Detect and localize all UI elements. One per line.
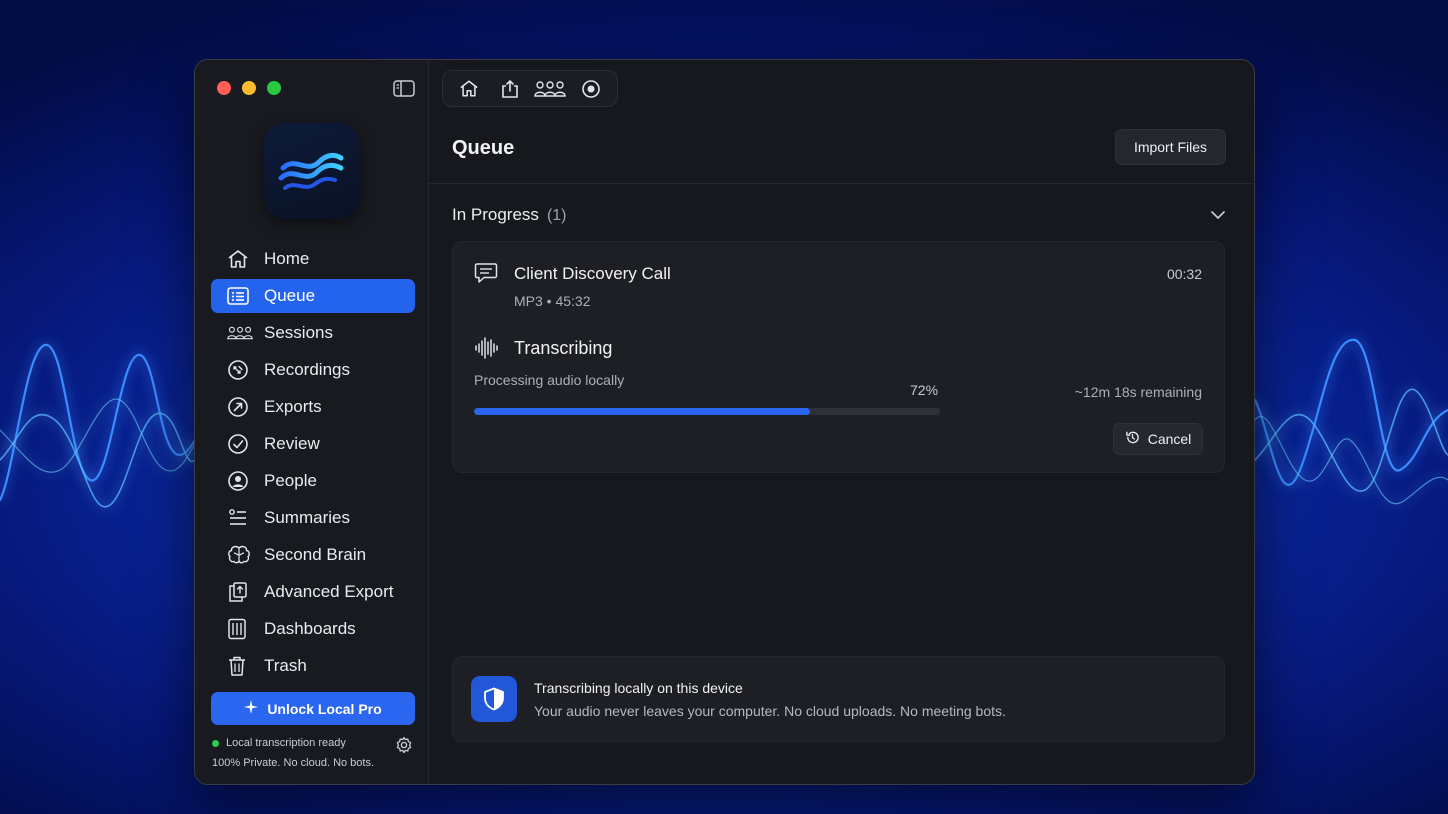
sidebar-item-exports[interactable]: Exports — [211, 390, 415, 424]
people-group-icon — [227, 322, 253, 344]
minimize-window-button[interactable] — [242, 81, 256, 95]
sidebar-item-label: Dashboards — [264, 619, 356, 638]
check-circle-icon — [227, 433, 253, 455]
people-group-icon[interactable] — [532, 75, 568, 103]
recordings-icon — [227, 359, 253, 381]
brain-icon — [227, 544, 253, 566]
sidebar: Home Queue Sessions Recordings Exports R… — [195, 60, 429, 784]
sidebar-item-people[interactable]: People — [211, 464, 415, 498]
job-elapsed-time: 00:32 — [1166, 266, 1202, 282]
main-panel: Queue Import Files In Progress (1) Clien… — [429, 60, 1254, 784]
sidebar-item-label: Recordings — [264, 360, 350, 379]
audio-waveform-icon — [474, 337, 500, 359]
status-label: Local transcription ready — [226, 737, 346, 749]
top-toolbar — [442, 70, 618, 107]
sidebar-item-label: Exports — [264, 397, 322, 416]
privacy-description: Your audio never leaves your computer. N… — [534, 703, 1006, 719]
page-title: Queue — [452, 137, 515, 159]
in-progress-section-header[interactable]: In Progress (1) — [452, 205, 567, 225]
person-circle-icon — [227, 470, 253, 492]
section-count: (1) — [546, 207, 567, 224]
chevron-down-icon[interactable] — [1210, 207, 1228, 221]
sidebar-item-trash[interactable]: Trash — [211, 649, 415, 683]
sidebar-item-label: Review — [264, 434, 320, 453]
sidebar-item-summaries[interactable]: Summaries — [211, 501, 415, 535]
queue-icon — [227, 285, 253, 307]
progress-percent: 72% — [910, 382, 939, 398]
sidebar-item-second-brain[interactable]: Second Brain — [211, 538, 415, 572]
zoom-window-button[interactable] — [267, 81, 281, 95]
status-indicator-dot — [212, 739, 219, 747]
sidebar-item-label: Trash — [264, 656, 307, 675]
shield-icon — [471, 676, 517, 722]
sidebar-item-recordings[interactable]: Recordings — [211, 353, 415, 387]
privacy-notice-card: Transcribing locally on this device Your… — [452, 656, 1225, 742]
sidebar-item-label: Home — [264, 249, 310, 268]
job-title: Client Discovery Call — [514, 264, 671, 283]
privacy-title: Transcribing locally on this device — [534, 680, 743, 696]
home-icon[interactable] — [451, 75, 487, 103]
sidebar-item-home[interactable]: Home — [211, 242, 415, 276]
home-icon — [227, 248, 253, 270]
app-window: Home Queue Sessions Recordings Exports R… — [194, 59, 1255, 785]
dashboard-icon — [227, 618, 253, 640]
app-logo — [264, 123, 360, 219]
sidebar-item-label: Advanced Export — [264, 582, 394, 601]
sidebar-item-label: Second Brain — [264, 545, 367, 564]
undo-history-icon — [1125, 430, 1140, 448]
sidebar-item-dashboards[interactable]: Dashboards — [211, 612, 415, 646]
cancel-label: Cancel — [1147, 431, 1192, 447]
upload-icon[interactable] — [492, 75, 528, 103]
sidebar-item-label: Queue — [264, 286, 316, 305]
job-state: Transcribing — [514, 338, 613, 358]
progress-bar — [474, 408, 940, 415]
export-arrow-icon — [227, 396, 253, 418]
sparkle-icon — [244, 700, 259, 717]
sidebar-toggle-icon[interactable] — [392, 78, 416, 98]
sidebar-item-label: Summaries — [264, 508, 350, 527]
queue-job-card: Client Discovery Call MP3 • 45:32 00:32 … — [452, 241, 1225, 473]
section-title: In Progress — [452, 205, 539, 224]
job-substatus: Processing audio locally — [474, 372, 625, 388]
sidebar-nav: Home Queue Sessions Recordings Exports R… — [211, 242, 415, 686]
sidebar-item-advanced-export[interactable]: Advanced Export — [211, 575, 415, 609]
trash-icon — [227, 655, 253, 677]
record-icon[interactable] — [573, 75, 609, 103]
sidebar-item-queue[interactable]: Queue — [211, 279, 415, 313]
job-meta: MP3 • 45:32 — [514, 293, 591, 309]
sidebar-item-review[interactable]: Review — [211, 427, 415, 461]
import-files-button[interactable]: Import Files — [1115, 129, 1226, 165]
transcription-status: Local transcription ready — [212, 737, 346, 749]
sidebar-item-sessions[interactable]: Sessions — [211, 316, 415, 350]
gear-icon[interactable] — [395, 736, 413, 754]
list-icon — [227, 507, 253, 529]
time-remaining: ~12m 18s remaining — [1074, 384, 1202, 400]
header-divider — [429, 183, 1254, 184]
sidebar-item-label: People — [264, 471, 317, 490]
privacy-tagline: 100% Private. No cloud. No bots. — [212, 757, 375, 769]
unlock-pro-button[interactable]: Unlock Local Pro — [211, 692, 415, 725]
cancel-button[interactable]: Cancel — [1113, 423, 1203, 455]
chat-bubble-icon — [474, 262, 500, 286]
copy-export-icon — [227, 581, 253, 603]
unlock-pro-label: Unlock Local Pro — [267, 700, 382, 717]
window-controls — [217, 81, 281, 95]
close-window-button[interactable] — [217, 81, 231, 95]
progress-bar-fill — [474, 408, 810, 415]
sidebar-item-label: Sessions — [264, 323, 333, 342]
